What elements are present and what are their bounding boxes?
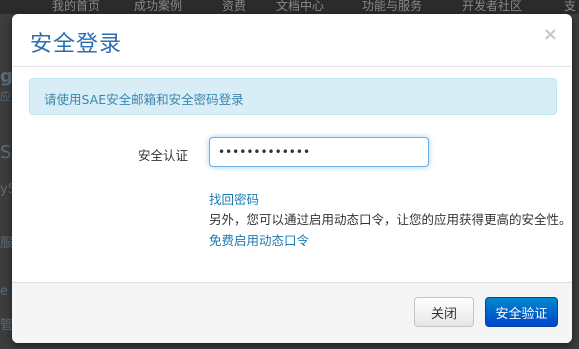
bg-nav-item: 文档中心 xyxy=(276,0,325,13)
close-icon[interactable]: × xyxy=(543,26,558,44)
bg-fragment: S xyxy=(0,142,12,163)
verify-button[interactable]: 安全验证 xyxy=(485,297,558,327)
extra-info-text: 另外，您可以通过启用动态口令，让您的应用获得更高的安全性。 xyxy=(209,212,572,227)
close-button[interactable]: 关闭 xyxy=(414,297,474,327)
background-nav: 我的首页 成功案例 资费 文档中心 功能与服务 开发者社区 支 xyxy=(0,0,579,14)
alert-text: 请使用SAE安全邮箱和安全密码登录 xyxy=(44,92,244,107)
bg-nav-item: 我的首页 xyxy=(52,0,101,13)
bg-nav-item: 开发者社区 xyxy=(462,0,523,13)
modal-header: 安全登录 × xyxy=(12,14,572,67)
bg-nav-item: 成功案例 xyxy=(134,0,183,13)
bg-nav-item: 支 xyxy=(564,0,577,13)
bg-nav-item: 资费 xyxy=(222,0,247,13)
bg-fragment: e xyxy=(0,284,8,299)
bg-fragment: 应 xyxy=(0,90,11,103)
forgot-password-link[interactable]: 找回密码 xyxy=(209,189,259,208)
auth-field-label: 安全认证 xyxy=(138,148,189,163)
info-alert: 请使用SAE安全邮箱和安全密码登录 xyxy=(29,78,557,115)
secure-login-modal: 安全登录 × 请使用SAE安全邮箱和安全密码登录 安全认证 找回密码 另外，您可… xyxy=(12,14,572,343)
password-input[interactable] xyxy=(209,137,429,167)
bg-nav-item: 功能与服务 xyxy=(362,0,423,13)
modal-title: 安全登录 xyxy=(30,32,123,57)
bg-fragment: g xyxy=(0,66,13,87)
enable-otp-link[interactable]: 免费启用动态口令 xyxy=(209,230,309,249)
